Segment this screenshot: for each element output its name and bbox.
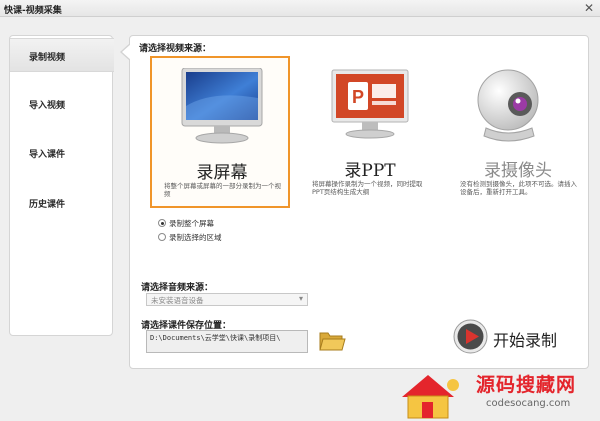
- audio-device-select[interactable]: 未安装语音设备 ▾: [146, 293, 308, 306]
- sidebar-item-label: 导入视频: [29, 101, 66, 111]
- radio-label: 录制整个屏幕: [169, 219, 214, 228]
- svg-text:P: P: [352, 87, 364, 107]
- sidebar-item-import-courseware[interactable]: 导入课件: [10, 136, 114, 170]
- radio-label: 录制选择的区域: [169, 233, 222, 242]
- panel-pointer-inner: [122, 44, 131, 60]
- audio-source-label: 请选择音频来源：: [141, 283, 214, 293]
- sidebar-item-label: 历史课件: [29, 200, 66, 210]
- watermark-url: codesocang.com: [486, 398, 571, 409]
- sidebar-item-history-courseware[interactable]: 历史课件: [10, 186, 114, 220]
- chevron-down-icon: ▾: [298, 294, 303, 303]
- source-title: 录PPT: [344, 161, 396, 181]
- source-title: 录屏幕: [196, 163, 248, 183]
- title-bar: 快课-视频采集 ✕: [0, 0, 600, 17]
- source-card-screen[interactable]: 录屏幕 将整个屏幕或屏幕的一部分录制为一个视频: [150, 56, 290, 208]
- source-title: 录摄像头: [484, 161, 552, 181]
- sidebar-item-import-video[interactable]: 导入视频: [10, 87, 114, 121]
- powerpoint-icon: P: [300, 66, 440, 146]
- video-source-label: 请选择视频来源：: [139, 44, 212, 54]
- sidebar-item-label: 录制视频: [29, 53, 66, 63]
- source-description: 没有检测到摄像头，此项不可选。请插入设备后，重新打开工具。: [460, 180, 577, 196]
- monitor-icon: [152, 67, 292, 148]
- source-card-ppt[interactable]: P 录PPT 将屏幕操作录制为一个视频，同时提取PPT页结构生成大纲: [300, 56, 440, 208]
- audio-device-value: 未安装语音设备: [151, 296, 204, 305]
- sidebar: 录制视频 导入视频 导入课件 历史课件: [9, 35, 114, 336]
- radio-button[interactable]: [158, 233, 166, 241]
- window-title: 快课-视频采集: [4, 6, 62, 16]
- folder-icon[interactable]: [318, 329, 346, 353]
- webcam-icon: [448, 66, 588, 146]
- save-path-field[interactable]: D:\Documents\云学堂\快课\录制项目\: [146, 330, 308, 353]
- start-record-button[interactable]: 开始录制: [450, 318, 580, 356]
- radio-button[interactable]: [158, 219, 166, 227]
- source-description: 将屏幕操作录制为一个视频，同时提取PPT页结构生成大纲: [312, 180, 423, 196]
- source-description: 将整个屏幕或屏幕的一部分录制为一个视频: [164, 182, 281, 198]
- source-card-webcam: 录摄像头 没有检测到摄像头，此项不可选。请插入设备后，重新打开工具。: [448, 56, 588, 208]
- close-icon[interactable]: ✕: [584, 1, 594, 15]
- sidebar-item-record-video[interactable]: 录制视频: [10, 38, 114, 72]
- watermark-text: 源码搜藏网: [476, 374, 577, 396]
- save-path-value: D:\Documents\云学堂\快课\录制项目\: [150, 334, 281, 342]
- sidebar-item-label: 导入课件: [29, 150, 66, 160]
- record-play-icon: [453, 319, 488, 354]
- start-record-label: 开始录制: [493, 331, 558, 350]
